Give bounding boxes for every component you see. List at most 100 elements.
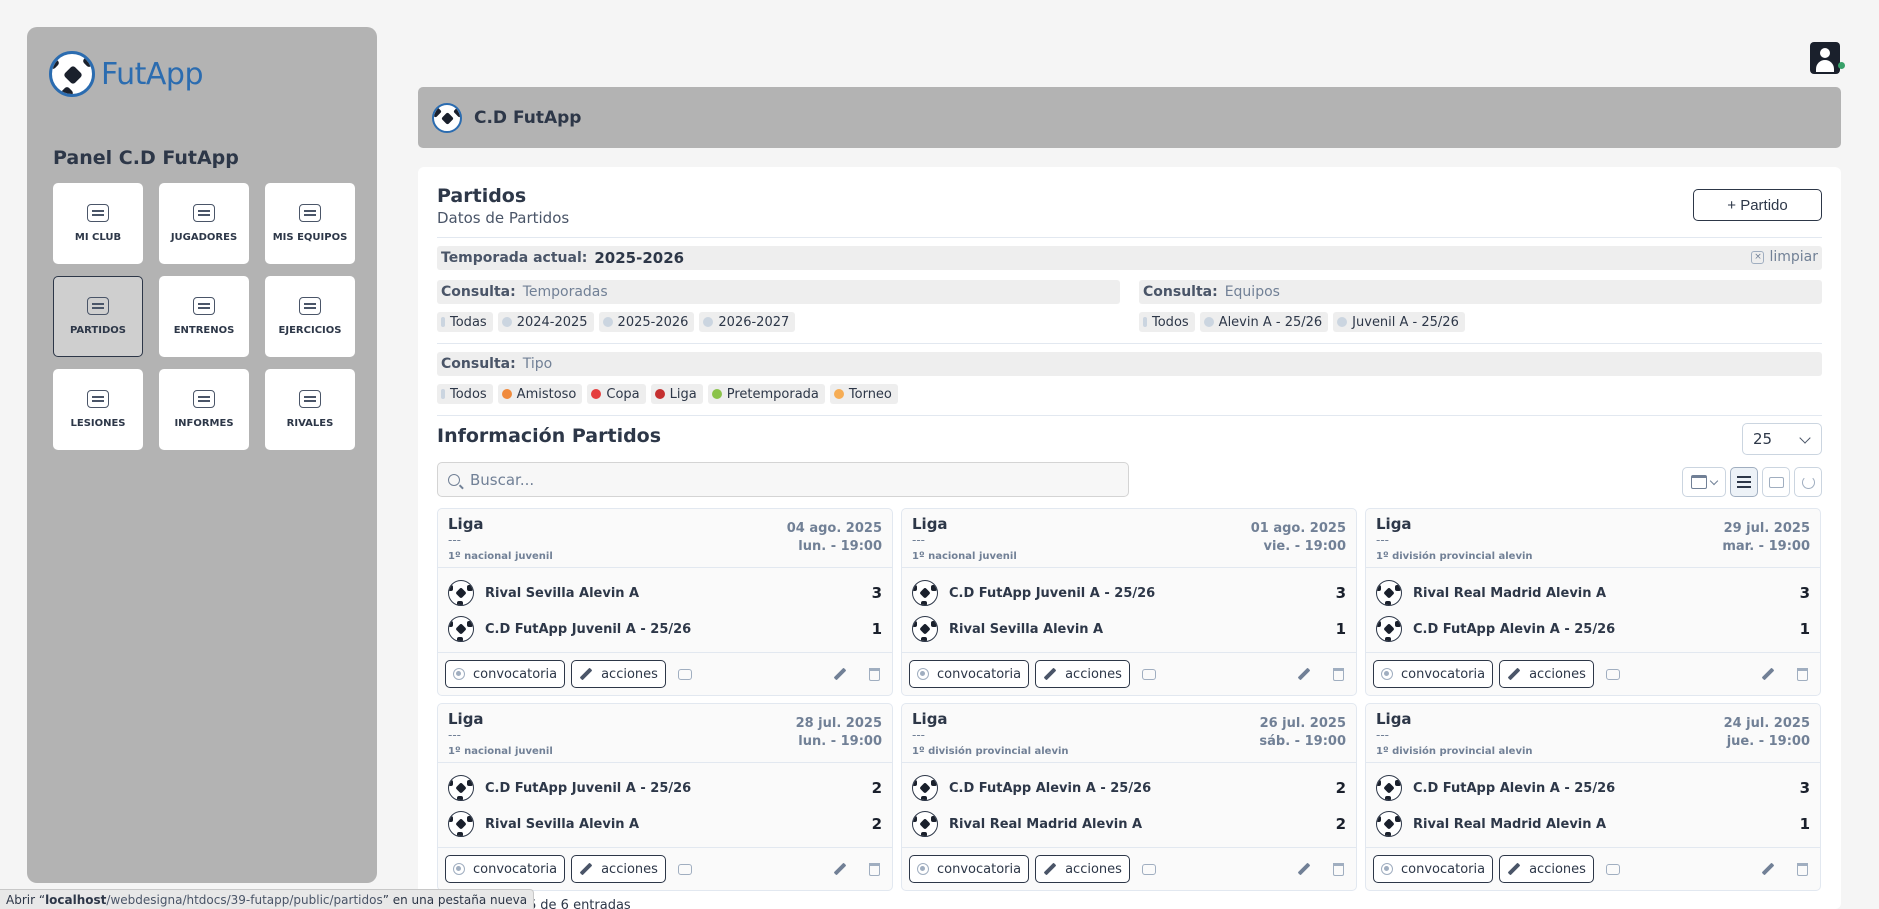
menu-item-lesiones[interactable]: LESIONES bbox=[53, 369, 143, 450]
filter-chip[interactable]: Todos bbox=[1139, 312, 1195, 332]
target-icon bbox=[453, 863, 465, 875]
filter-chip[interactable]: Amistoso bbox=[497, 384, 583, 404]
printer-icon[interactable] bbox=[1141, 863, 1156, 875]
card-icon bbox=[87, 297, 109, 315]
printer-icon[interactable] bbox=[1141, 668, 1156, 680]
color-dot-icon bbox=[501, 389, 512, 399]
calendar-icon bbox=[1691, 475, 1707, 489]
menu-item-label: MIS EQUIPOS bbox=[272, 232, 348, 243]
match-type: Liga bbox=[1376, 710, 1412, 728]
menu-item-entrenos[interactable]: ENTRENOS bbox=[159, 276, 249, 357]
divider bbox=[437, 237, 1822, 238]
app-logo[interactable]: FutApp bbox=[49, 51, 204, 97]
match-time: sáb. - 19:00 bbox=[1259, 734, 1346, 749]
edit-icon[interactable] bbox=[833, 667, 847, 681]
match-actions-button[interactable]: acciones bbox=[571, 660, 666, 688]
match-card[interactable]: Liga --- 1º división provincial alevin 26 j… bbox=[901, 703, 1357, 891]
match-card[interactable]: Liga --- 1º nacional juvenil 01 ago. 2025 vi… bbox=[901, 508, 1357, 696]
filter-chip[interactable]: 2025-2026 bbox=[598, 312, 695, 332]
card-icon bbox=[193, 390, 215, 408]
printer-icon[interactable] bbox=[677, 668, 692, 680]
printer-icon[interactable] bbox=[1605, 668, 1620, 680]
printer-icon[interactable] bbox=[677, 863, 692, 875]
match-actions-button[interactable]: acciones bbox=[1499, 855, 1594, 883]
per-page-select[interactable]: 25 bbox=[1742, 423, 1822, 455]
printer-icon[interactable] bbox=[1605, 863, 1620, 875]
away-team-score: 1 bbox=[1799, 620, 1810, 638]
edit-icon[interactable] bbox=[1761, 862, 1775, 876]
menu-item-informes[interactable]: INFORMES bbox=[159, 369, 249, 450]
match-card[interactable]: Liga --- 1º división provincial alevin 24 j… bbox=[1365, 703, 1821, 891]
calendar-view-dropdown[interactable] bbox=[1682, 467, 1726, 497]
refresh-button[interactable] bbox=[1794, 467, 1822, 497]
clear-filters-link[interactable]: × limpiar bbox=[1751, 249, 1818, 265]
match-card[interactable]: Liga --- 1º nacional juvenil 04 ago. 2025 lu… bbox=[437, 508, 893, 696]
menu-item-mi-club[interactable]: MI CLUB bbox=[53, 183, 143, 264]
edit-icon[interactable] bbox=[1297, 667, 1311, 681]
match-venue: --- bbox=[912, 533, 925, 547]
trash-icon[interactable] bbox=[1797, 667, 1808, 681]
trash-icon[interactable] bbox=[869, 862, 880, 876]
filter-chip[interactable]: Torneo bbox=[829, 384, 898, 404]
filter-chip[interactable]: Liga bbox=[650, 384, 703, 404]
edit-icon[interactable] bbox=[1761, 667, 1775, 681]
filter-chip[interactable]: 2024-2025 bbox=[497, 312, 594, 332]
color-dot-icon bbox=[711, 389, 722, 399]
add-match-button[interactable]: + Partido bbox=[1693, 189, 1822, 221]
filter-chip[interactable]: Pretemporada bbox=[707, 384, 825, 404]
search-input[interactable] bbox=[470, 470, 1110, 489]
menu-item-ejercicios[interactable]: EJERCICIOS bbox=[265, 276, 355, 357]
menu-item-rivales[interactable]: RIVALES bbox=[265, 369, 355, 450]
callup-button[interactable]: convocatoria bbox=[909, 855, 1030, 883]
match-actions-button[interactable]: acciones bbox=[571, 855, 666, 883]
match-venue: --- bbox=[448, 533, 461, 547]
edit-icon[interactable] bbox=[1297, 862, 1311, 876]
filter-chip[interactable]: Copa bbox=[587, 384, 646, 404]
pencil-icon bbox=[579, 667, 593, 681]
callup-button[interactable]: convocatoria bbox=[445, 855, 566, 883]
callup-button[interactable]: convocatoria bbox=[909, 660, 1030, 688]
color-dot-icon bbox=[703, 317, 714, 327]
trash-icon[interactable] bbox=[1333, 667, 1344, 681]
callup-button[interactable]: convocatoria bbox=[1373, 660, 1494, 688]
match-actions-button[interactable]: acciones bbox=[1035, 855, 1130, 883]
menu-item-label: RIVALES bbox=[286, 418, 334, 429]
trash-icon[interactable] bbox=[1797, 862, 1808, 876]
away-team-score: 1 bbox=[1799, 815, 1810, 833]
color-dot-icon bbox=[602, 317, 613, 327]
filter-chip[interactable]: Juvenil A - 25/26 bbox=[1333, 312, 1465, 332]
view-toolbar bbox=[1682, 467, 1822, 497]
match-actions-button[interactable]: acciones bbox=[1499, 660, 1594, 688]
club-logo-icon bbox=[432, 102, 462, 133]
color-dot-icon bbox=[1143, 317, 1147, 327]
trash-icon[interactable] bbox=[869, 667, 880, 681]
match-actions-button[interactable]: acciones bbox=[1035, 660, 1130, 688]
match-card[interactable]: Liga --- 1º división provincial alevin 29 j… bbox=[1365, 508, 1821, 696]
filter-chip[interactable]: 2026-2027 bbox=[699, 312, 796, 332]
pencil-icon bbox=[1043, 667, 1057, 681]
match-date: 24 jul. 2025 bbox=[1723, 716, 1810, 731]
user-menu-button[interactable] bbox=[1810, 42, 1840, 74]
callup-button[interactable]: convocatoria bbox=[445, 660, 566, 688]
team-logo-icon bbox=[912, 811, 938, 837]
print-button[interactable] bbox=[1762, 467, 1790, 497]
menu-item-mis-equipos[interactable]: MIS EQUIPOS bbox=[265, 183, 355, 264]
away-team-name: Rival Real Madrid Alevin A bbox=[949, 816, 1143, 832]
trash-icon[interactable] bbox=[1333, 862, 1344, 876]
filter-chip[interactable]: Todos bbox=[437, 384, 493, 404]
card-icon bbox=[299, 297, 321, 315]
filter-chip[interactable]: Todas bbox=[437, 312, 493, 332]
menu-item-jugadores[interactable]: JUGADORES bbox=[159, 183, 249, 264]
edit-icon[interactable] bbox=[833, 862, 847, 876]
menu-item-partidos[interactable]: PARTIDOS bbox=[53, 276, 143, 357]
card-icon bbox=[87, 204, 109, 222]
home-team-score: 3 bbox=[1799, 584, 1810, 602]
match-actions: convocatoria acciones bbox=[445, 660, 885, 688]
filter-chip[interactable]: Alevin A - 25/26 bbox=[1199, 312, 1329, 332]
pencil-icon bbox=[1507, 667, 1521, 681]
match-type: Liga bbox=[912, 710, 948, 728]
match-card[interactable]: Liga --- 1º nacional juvenil 28 jul. 2025 lu… bbox=[437, 703, 893, 891]
callup-button[interactable]: convocatoria bbox=[1373, 855, 1494, 883]
list-view-button[interactable] bbox=[1730, 467, 1758, 497]
home-team-name: C.D FutApp Alevin A - 25/26 bbox=[1413, 780, 1616, 796]
